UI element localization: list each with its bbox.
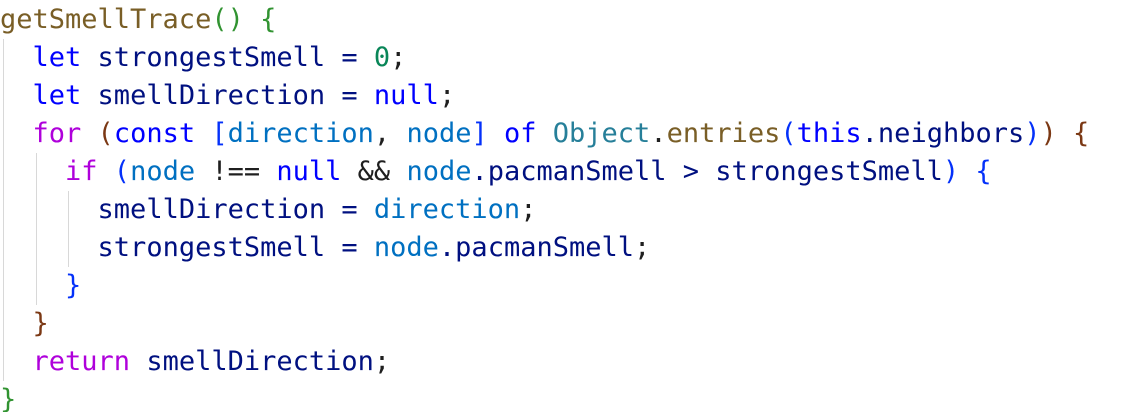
- code-token: node: [406, 156, 472, 187]
- code-token: {: [1056, 118, 1090, 149]
- code-token: .neighbors: [861, 118, 1025, 149]
- code-token: for: [32, 118, 82, 149]
- code-line: }: [0, 305, 49, 343]
- code-line: }: [0, 267, 81, 305]
- code-token: ): [1040, 118, 1057, 149]
- code-token: }: [32, 308, 49, 339]
- code-token: ): [942, 156, 960, 187]
- code-token: node: [130, 156, 196, 187]
- code-token: let: [32, 80, 82, 111]
- code-token: .: [650, 118, 667, 149]
- code-token: () {: [211, 4, 277, 35]
- code-line: }: [0, 381, 16, 412]
- code-token: ;: [373, 346, 391, 377]
- code-token: [: [195, 118, 228, 149]
- code-token: direction: [373, 194, 521, 225]
- code-token: ,: [373, 118, 407, 149]
- code-token: strongestSmell =: [97, 232, 374, 263]
- code-token: ;: [634, 232, 651, 263]
- code-token: 0: [373, 42, 391, 73]
- code-line: for (const [direction, node] of Object.e…: [0, 115, 1090, 153]
- code-line: return smellDirection;: [0, 343, 391, 381]
- code-token: direction: [227, 118, 374, 149]
- code-token: strongestSmell =: [81, 42, 374, 73]
- code-token: &&: [341, 156, 407, 187]
- code-token: node: [406, 118, 472, 149]
- code-line: if (node !== null && node.pacmanSmell > …: [0, 153, 992, 191]
- code-token: Object: [552, 118, 651, 149]
- code-token: (: [780, 118, 797, 149]
- code-line: smellDirection = direction;: [0, 191, 537, 229]
- code-token: }: [0, 384, 17, 412]
- code-line: strongestSmell = node.pacmanSmell;: [0, 229, 651, 267]
- code-line: let strongestSmell = 0;: [0, 39, 407, 77]
- code-token: ;: [520, 194, 537, 225]
- code-token: let: [32, 42, 82, 73]
- code-token: smellDirection: [130, 346, 374, 377]
- code-token: (: [97, 156, 131, 187]
- code-token: ]: [471, 118, 488, 149]
- code-token: getSmellTrace: [0, 4, 212, 35]
- code-token: of: [487, 118, 553, 149]
- code-editor[interactable]: getSmellTrace() { let strongestSmell = 0…: [0, 0, 1138, 412]
- code-token: }: [65, 270, 82, 301]
- code-token: !==: [195, 156, 277, 187]
- code-token: smellDirection =: [97, 194, 374, 225]
- code-token: entries: [666, 118, 781, 149]
- code-token: ;: [438, 80, 456, 111]
- code-token: node: [373, 232, 439, 263]
- code-token: smellDirection =: [81, 80, 374, 111]
- code-token: .pacmanSmell > strongestSmell: [471, 156, 943, 187]
- code-token: null: [276, 156, 342, 187]
- code-token: ;: [390, 42, 407, 73]
- code-token: ): [1024, 118, 1041, 149]
- code-token: .pacmanSmell: [438, 232, 634, 263]
- code-token: {: [959, 156, 992, 187]
- code-token: this: [796, 118, 862, 149]
- code-token: return: [32, 346, 131, 377]
- code-line: getSmellTrace() {: [0, 1, 276, 39]
- code-token: null: [373, 80, 439, 111]
- code-token: (: [81, 118, 114, 149]
- code-line: let smellDirection = null;: [0, 77, 456, 115]
- code-token: const: [113, 118, 196, 149]
- code-token: if: [65, 156, 98, 187]
